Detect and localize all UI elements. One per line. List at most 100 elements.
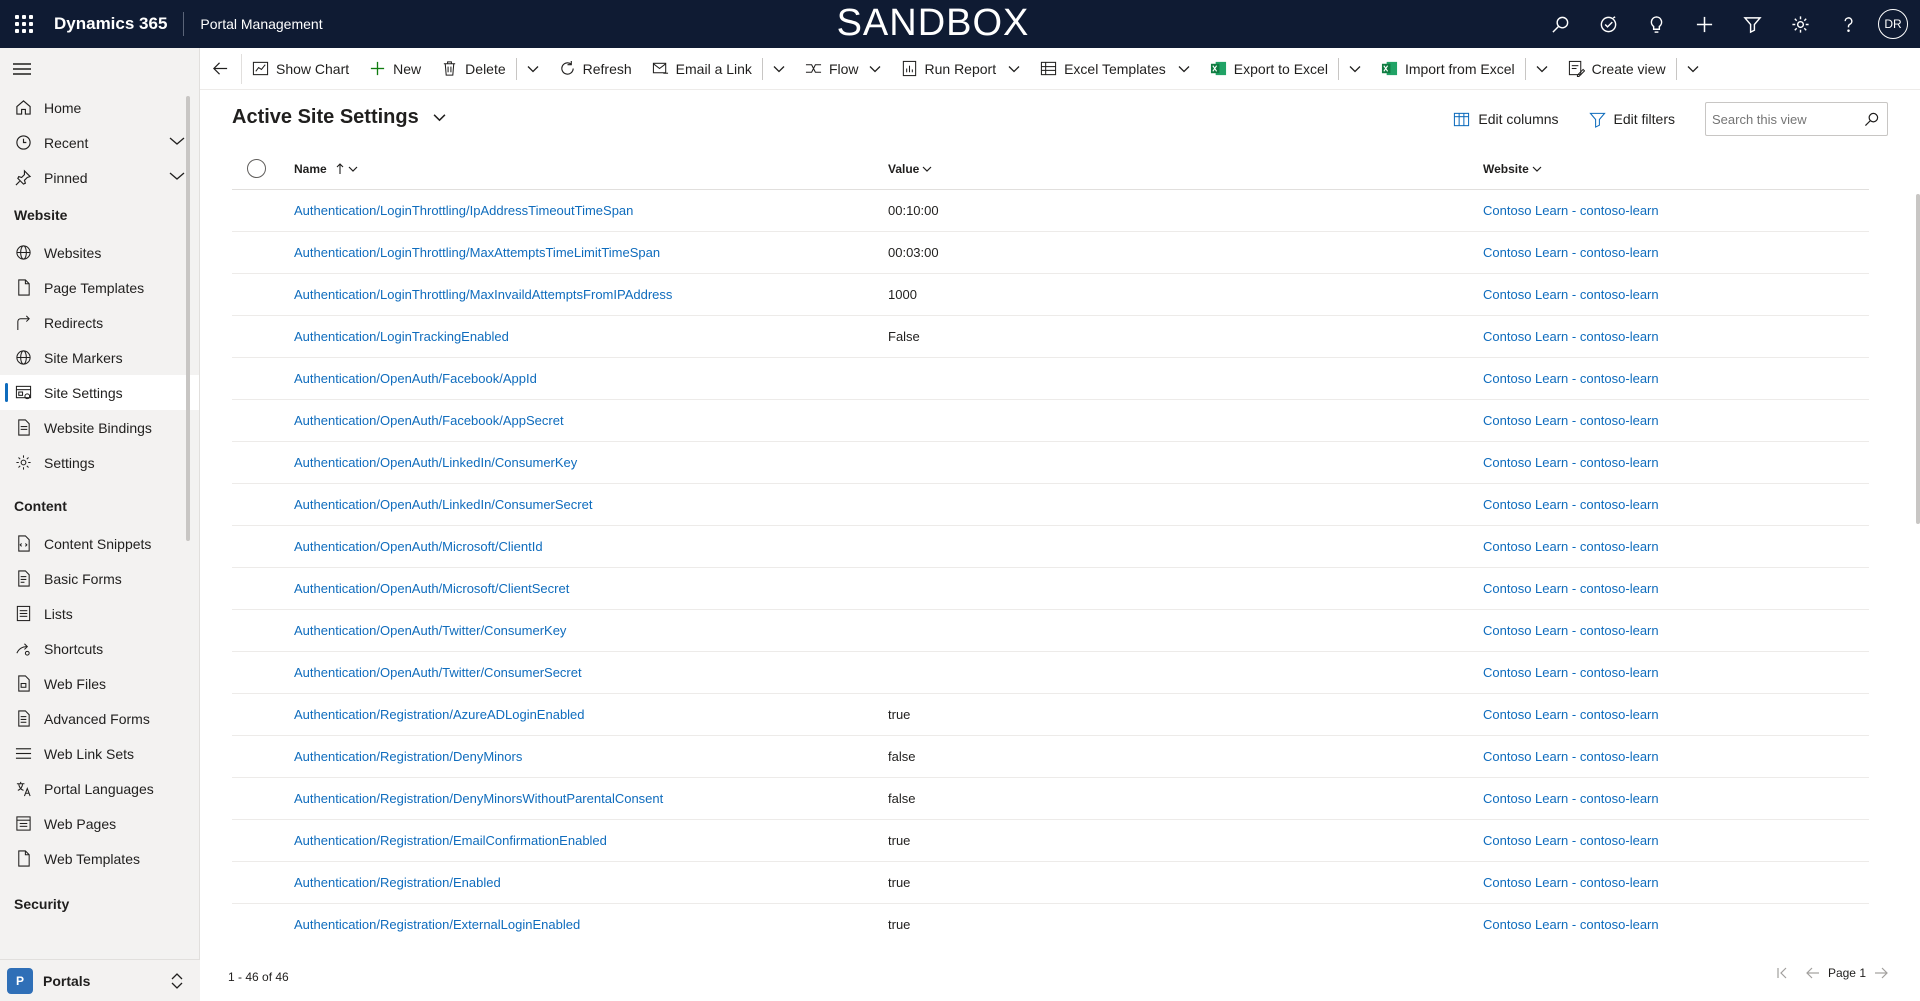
sidebar-item-basic-forms[interactable]: Basic Forms <box>0 561 199 596</box>
sidebar-item-content-snippets[interactable]: Content Snippets <box>0 526 199 561</box>
table-row[interactable]: Authentication/OpenAuth/Microsoft/Client… <box>232 526 1869 568</box>
record-name-link[interactable]: Authentication/OpenAuth/Facebook/AppId <box>294 371 537 386</box>
sidebar-item-home[interactable]: Home <box>0 90 199 125</box>
new-button[interactable]: New <box>359 48 431 90</box>
record-name-link[interactable]: Authentication/LoginThrottling/IpAddress… <box>294 203 633 218</box>
sidebar-item-site-settings[interactable]: Site Settings <box>0 375 199 410</box>
edit-filters-button[interactable]: Edit filters <box>1588 111 1675 128</box>
search-input[interactable] <box>1706 103 1856 135</box>
record-name-link[interactable]: Authentication/Registration/EmailConfirm… <box>294 833 607 848</box>
table-row[interactable]: Authentication/OpenAuth/Twitter/Consumer… <box>232 610 1869 652</box>
record-name-link[interactable]: Authentication/LoginThrottling/MaxAttemp… <box>294 245 660 260</box>
view-selector[interactable]: Active Site Settings <box>232 106 446 129</box>
table-row[interactable]: Authentication/Registration/ExternalLogi… <box>232 904 1869 935</box>
sidebar-item-web-templates[interactable]: Web Templates <box>0 841 199 876</box>
website-link[interactable]: Contoso Learn - contoso-learn <box>1483 497 1659 512</box>
table-row[interactable]: Authentication/OpenAuth/Twitter/Consumer… <box>232 652 1869 694</box>
record-name-link[interactable]: Authentication/OpenAuth/LinkedIn/Consume… <box>294 497 592 512</box>
lightbulb-icon[interactable] <box>1632 0 1680 48</box>
record-name-link[interactable]: Authentication/Registration/DenyMinorsWi… <box>294 791 663 806</box>
record-name-link[interactable]: Authentication/OpenAuth/Microsoft/Client… <box>294 539 543 554</box>
app-name[interactable]: Dynamics 365 <box>48 12 183 36</box>
sidebar-item-lists[interactable]: Lists <box>0 596 199 631</box>
record-name-link[interactable]: Authentication/Registration/Enabled <box>294 875 501 890</box>
website-link[interactable]: Contoso Learn - contoso-learn <box>1483 539 1659 554</box>
sidebar-item-website-bindings[interactable]: Website Bindings <box>0 410 199 445</box>
task-icon[interactable] <box>1584 0 1632 48</box>
table-row[interactable]: Authentication/LoginThrottling/MaxInvail… <box>232 274 1869 316</box>
search-icon[interactable] <box>1864 112 1879 127</box>
sidebar-item-web-pages[interactable]: Web Pages <box>0 806 199 841</box>
table-row[interactable]: Authentication/OpenAuth/Facebook/AppId Co… <box>232 358 1869 400</box>
sidebar-item-settings[interactable]: Settings <box>0 445 199 480</box>
table-row[interactable]: Authentication/OpenAuth/LinkedIn/Consume… <box>232 442 1869 484</box>
column-header-name[interactable]: Name <box>294 162 358 176</box>
email-link-button[interactable]: Email a Link <box>642 48 762 90</box>
website-link[interactable]: Contoso Learn - contoso-learn <box>1483 245 1659 260</box>
column-header-value[interactable]: Value <box>888 162 932 176</box>
sidebar-item-websites[interactable]: Websites <box>0 235 199 270</box>
edit-columns-button[interactable]: Edit columns <box>1453 111 1559 128</box>
app-launcher-button[interactable] <box>0 0 48 48</box>
website-link[interactable]: Contoso Learn - contoso-learn <box>1483 623 1659 638</box>
flow-button[interactable]: Flow <box>795 48 891 90</box>
table-row[interactable]: Authentication/Registration/DenyMinorsWi… <box>232 778 1869 820</box>
export-excel-button[interactable]: Export to Excel <box>1200 48 1338 90</box>
area-switcher[interactable]: P Portals <box>0 959 200 1001</box>
website-link[interactable]: Contoso Learn - contoso-learn <box>1483 329 1659 344</box>
website-link[interactable]: Contoso Learn - contoso-learn <box>1483 791 1659 806</box>
website-link[interactable]: Contoso Learn - contoso-learn <box>1483 371 1659 386</box>
first-page-icon[interactable] <box>1776 966 1790 980</box>
settings-icon[interactable] <box>1776 0 1824 48</box>
delete-button[interactable]: Delete <box>431 48 515 90</box>
sidebar-item-web-files[interactable]: Web Files <box>0 666 199 701</box>
website-link[interactable]: Contoso Learn - contoso-learn <box>1483 917 1659 932</box>
table-row[interactable]: Authentication/Registration/DenyMinors fa… <box>232 736 1869 778</box>
show-chart-button[interactable]: Show Chart <box>242 48 359 90</box>
sidebar-item-site-markers[interactable]: Site Markers <box>0 340 199 375</box>
more-import-dropdown[interactable] <box>1526 48 1558 90</box>
sidebar-item-page-templates[interactable]: Page Templates <box>0 270 199 305</box>
sidebar-item-portal-languages[interactable]: Portal Languages <box>0 771 199 806</box>
table-row[interactable]: Authentication/OpenAuth/LinkedIn/Consume… <box>232 484 1869 526</box>
chevron-down-icon[interactable] <box>169 135 185 147</box>
record-name-link[interactable]: Authentication/Registration/DenyMinors <box>294 749 522 764</box>
next-page-icon[interactable] <box>1874 966 1888 980</box>
record-name-link[interactable]: Authentication/OpenAuth/Twitter/Consumer… <box>294 665 582 680</box>
more-export-dropdown[interactable] <box>1339 48 1371 90</box>
record-name-link[interactable]: Authentication/Registration/AzureADLogin… <box>294 707 585 722</box>
run-report-button[interactable]: Run Report <box>891 48 1031 90</box>
table-row[interactable]: Authentication/Registration/Enabled true C… <box>232 862 1869 904</box>
more-email-dropdown[interactable] <box>763 48 795 90</box>
table-row[interactable]: Authentication/LoginThrottling/IpAddress… <box>232 190 1869 232</box>
record-name-link[interactable]: Authentication/LoginTrackingEnabled <box>294 329 509 344</box>
refresh-button[interactable]: Refresh <box>549 48 642 90</box>
table-row[interactable]: Authentication/LoginTrackingEnabled False… <box>232 316 1869 358</box>
website-link[interactable]: Contoso Learn - contoso-learn <box>1483 203 1659 218</box>
sidebar-item-recent[interactable]: Recent <box>0 125 199 160</box>
plus-icon[interactable] <box>1680 0 1728 48</box>
previous-page-icon[interactable] <box>1806 966 1820 980</box>
sidebar-item-web-link-sets[interactable]: Web Link Sets <box>0 736 199 771</box>
website-link[interactable]: Contoso Learn - contoso-learn <box>1483 455 1659 470</box>
sidebar-item-shortcuts[interactable]: Shortcuts <box>0 631 199 666</box>
record-name-link[interactable]: Authentication/LoginThrottling/MaxInvail… <box>294 287 672 302</box>
record-name-link[interactable]: Authentication/OpenAuth/Microsoft/Client… <box>294 581 569 596</box>
filter-icon[interactable] <box>1728 0 1776 48</box>
website-link[interactable]: Contoso Learn - contoso-learn <box>1483 707 1659 722</box>
table-row[interactable]: Authentication/Registration/EmailConfirm… <box>232 820 1869 862</box>
more-delete-dropdown[interactable] <box>517 48 549 90</box>
back-button[interactable] <box>200 53 242 84</box>
website-link[interactable]: Contoso Learn - contoso-learn <box>1483 749 1659 764</box>
website-link[interactable]: Contoso Learn - contoso-learn <box>1483 287 1659 302</box>
column-header-website[interactable]: Website <box>1483 162 1542 176</box>
sidebar-item-pinned[interactable]: Pinned <box>0 160 199 195</box>
select-all-checkbox[interactable] <box>247 159 266 178</box>
sidebar-item-redirects[interactable]: Redirects <box>0 305 199 340</box>
more-commands-dropdown[interactable] <box>1677 48 1709 90</box>
avatar[interactable]: DR <box>1878 9 1908 39</box>
record-name-link[interactable]: Authentication/Registration/ExternalLogi… <box>294 917 580 932</box>
sidebar-item-advanced-forms[interactable]: Advanced Forms <box>0 701 199 736</box>
website-link[interactable]: Contoso Learn - contoso-learn <box>1483 665 1659 680</box>
website-link[interactable]: Contoso Learn - contoso-learn <box>1483 875 1659 890</box>
